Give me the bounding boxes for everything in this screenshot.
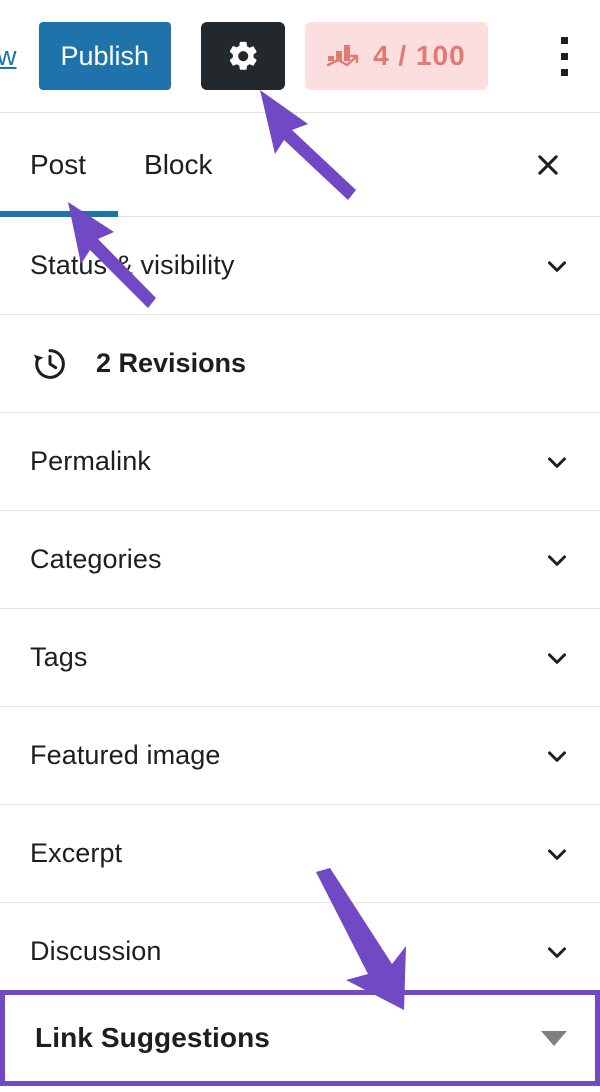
- panel-discussion[interactable]: Discussion: [0, 903, 600, 1001]
- panel-label: Discussion: [30, 936, 162, 966]
- panel-label: Featured image: [30, 740, 221, 770]
- revisions-label: 2 Revisions: [96, 348, 247, 378]
- panel-status-and-visibility[interactable]: Status & visibility: [0, 217, 600, 315]
- kebab-menu-icon[interactable]: [542, 26, 586, 86]
- panel-label: Status & visibility: [30, 250, 235, 280]
- post-settings-panels: Status & visibility 2 Revisions Permalin…: [0, 217, 600, 1001]
- publish-button[interactable]: Publish: [38, 22, 172, 90]
- tab-post[interactable]: Post: [0, 113, 119, 217]
- panel-label: Permalink: [30, 446, 151, 476]
- triangle-down-icon[interactable]: [541, 1030, 567, 1046]
- revision-history-icon: [30, 344, 70, 384]
- panel-label: Link Suggestions: [35, 1022, 270, 1053]
- gear-icon: [226, 39, 260, 73]
- panel-label: Excerpt: [30, 838, 123, 868]
- close-sidebar-button[interactable]: [524, 141, 572, 189]
- chevron-down-icon[interactable]: [542, 937, 572, 967]
- preview-link[interactable]: ew: [0, 41, 17, 72]
- panel-excerpt[interactable]: Excerpt: [0, 805, 600, 903]
- panel-label: Categories: [30, 544, 162, 574]
- panel-categories[interactable]: Categories: [0, 511, 600, 609]
- editor-toolbar: ew Publish 4 / 100: [0, 0, 600, 113]
- close-icon: [534, 151, 562, 179]
- chevron-down-icon[interactable]: [542, 251, 572, 281]
- chevron-down-icon[interactable]: [542, 447, 572, 477]
- seo-score-badge[interactable]: 4 / 100: [305, 22, 488, 90]
- kebab-dot: [560, 68, 568, 76]
- panel-link-suggestions[interactable]: Link Suggestions: [0, 990, 600, 1086]
- chevron-down-icon[interactable]: [542, 643, 572, 673]
- panel-revisions[interactable]: 2 Revisions: [0, 315, 600, 413]
- panel-permalink[interactable]: Permalink: [0, 413, 600, 511]
- panel-label: Tags: [30, 642, 88, 672]
- seo-score-value: 4 / 100: [373, 40, 466, 71]
- chevron-down-icon[interactable]: [542, 741, 572, 771]
- sidebar-tabbar: Post Block: [0, 113, 600, 217]
- settings-button[interactable]: [201, 22, 286, 90]
- panel-tags[interactable]: Tags: [0, 609, 600, 707]
- chevron-down-icon[interactable]: [542, 839, 572, 869]
- chevron-down-icon[interactable]: [542, 545, 572, 575]
- kebab-dot: [560, 52, 568, 60]
- panel-featured-image[interactable]: Featured image: [0, 707, 600, 805]
- kebab-dot: [560, 36, 568, 44]
- tab-block[interactable]: Block: [144, 113, 212, 216]
- bar-chart-icon: [327, 42, 359, 70]
- editor-screen: ew Publish 4 / 100: [0, 0, 600, 1092]
